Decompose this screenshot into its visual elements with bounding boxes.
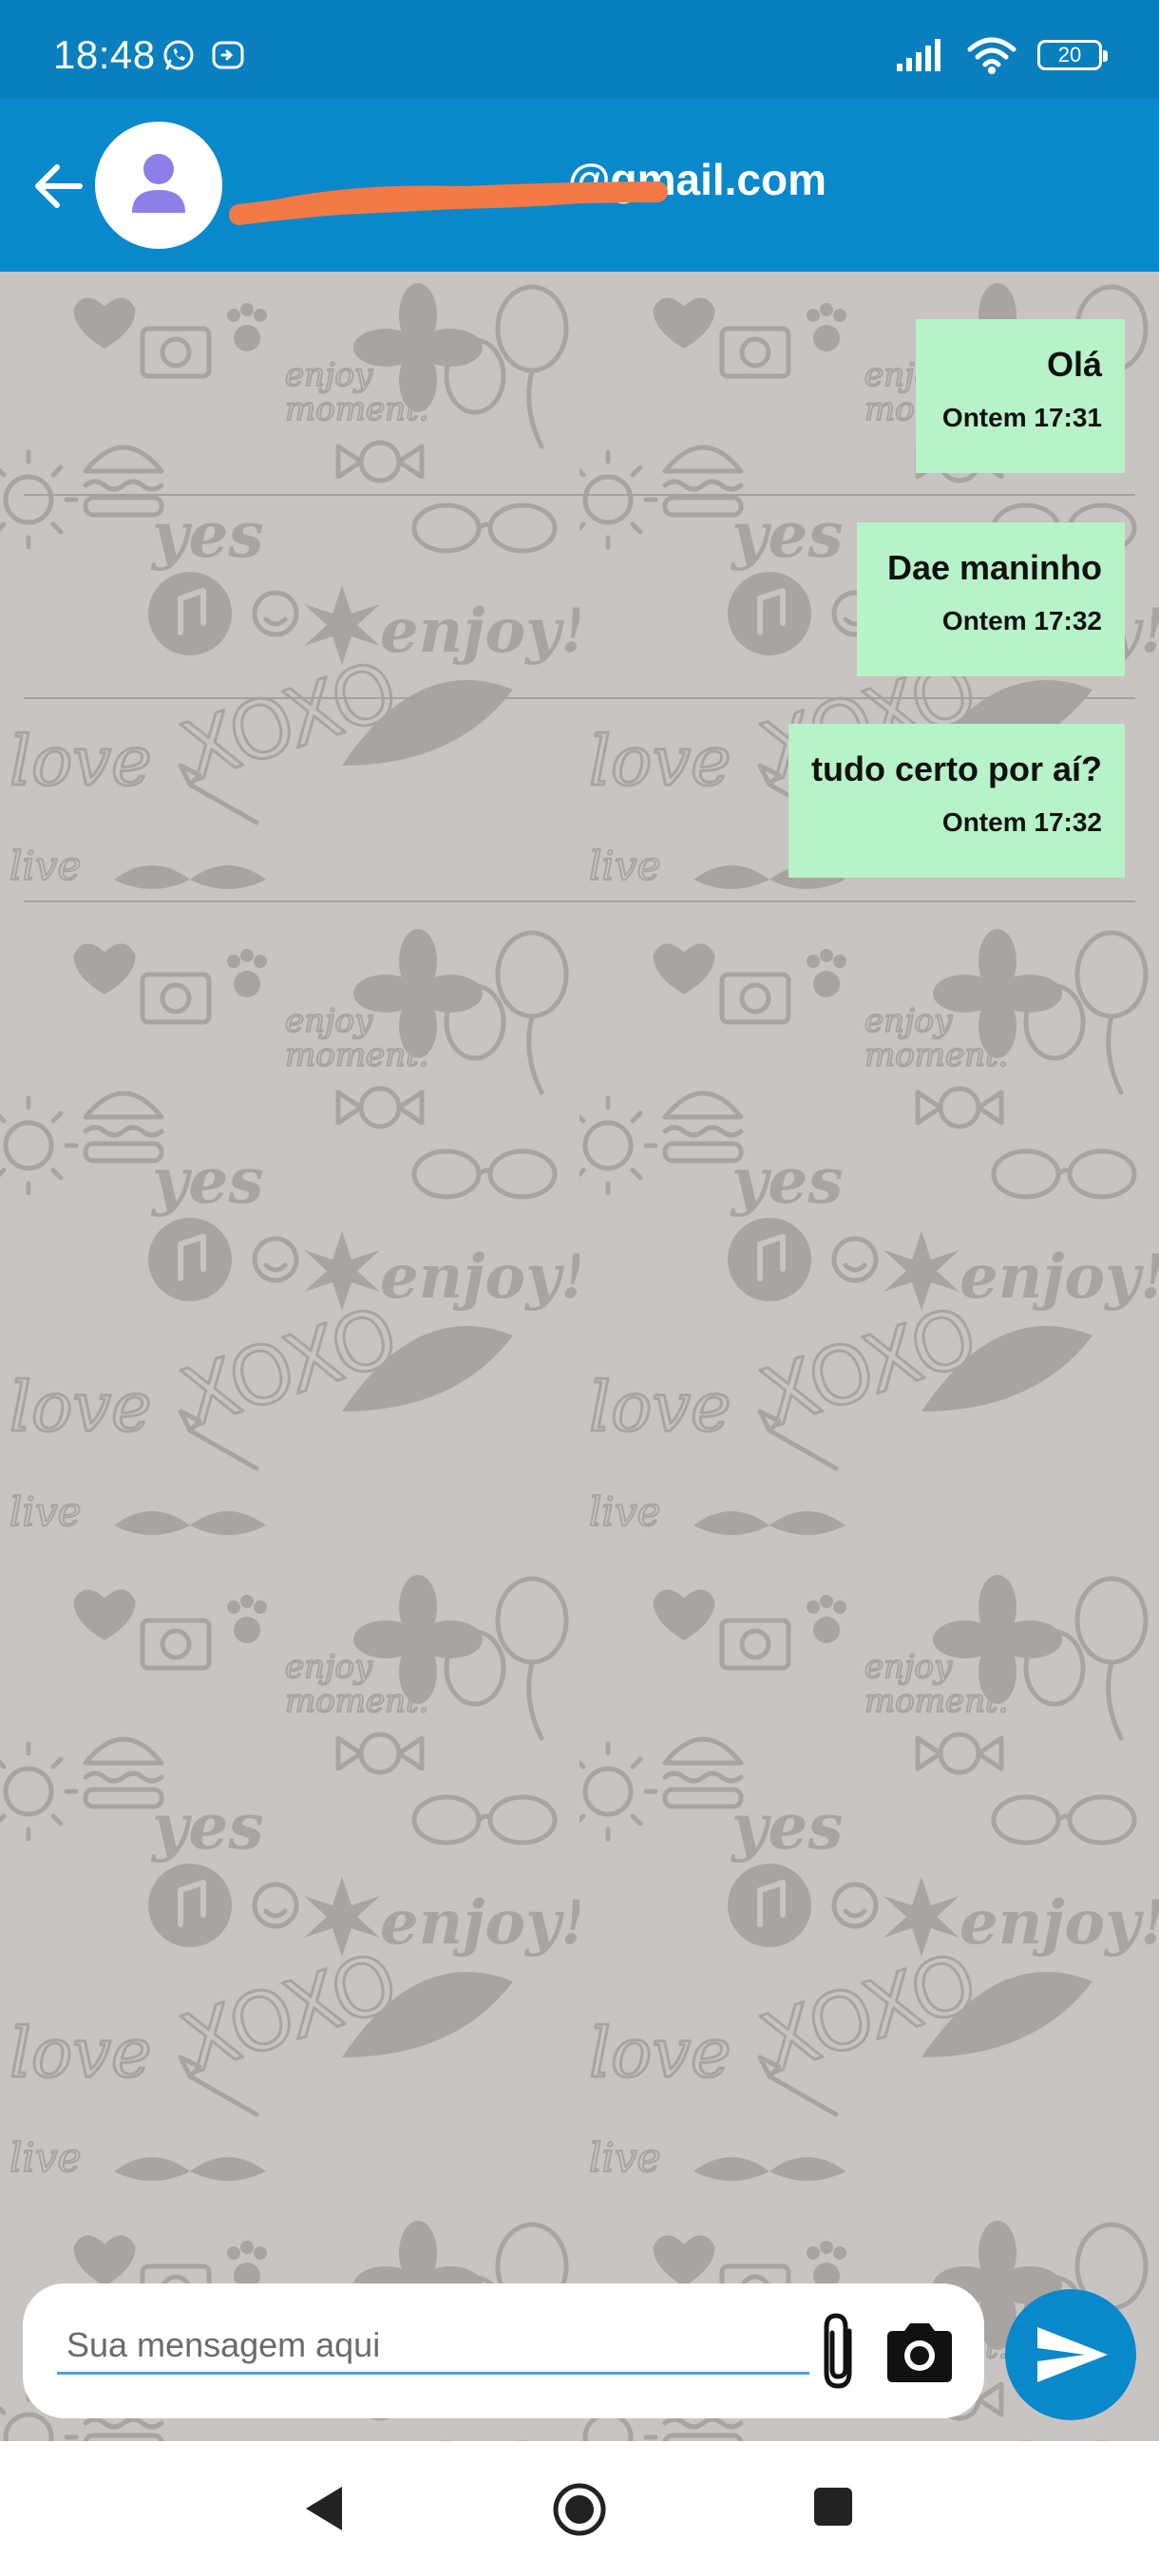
nav-home-icon[interactable] — [551, 2481, 608, 2538]
battery-level: 20 — [1057, 43, 1082, 66]
nav-recents-icon[interactable] — [811, 2485, 855, 2529]
message-text: Olá — [1046, 345, 1102, 384]
paperclip-icon[interactable] — [815, 2310, 868, 2394]
message-bubble[interactable]: Dae maninho Ontem 17:32 — [857, 522, 1125, 676]
app-bar: @gmail.com — [0, 99, 1159, 272]
status-bar: 18:48 20 — [0, 0, 1159, 99]
message-bubble[interactable]: Olá Ontem 17:31 — [916, 319, 1125, 473]
message-divider — [24, 697, 1135, 699]
message-divider — [24, 494, 1135, 496]
message-divider — [24, 900, 1135, 902]
back-arrow-icon[interactable] — [28, 156, 89, 217]
person-icon — [132, 154, 185, 213]
camera-icon[interactable] — [882, 2320, 958, 2386]
message-text: tudo certo por aí? — [811, 749, 1102, 788]
signal-icon — [897, 39, 940, 71]
message-input[interactable] — [57, 2321, 809, 2375]
redaction-scribble — [229, 181, 668, 225]
whatsapp-icon — [163, 40, 194, 70]
chat-area[interactable]: enjoy! XOXO love yes — [0, 272, 1159, 2441]
send-button[interactable] — [1005, 2289, 1136, 2420]
system-navigation-bar — [0, 2441, 1159, 2576]
message-time: Ontem 17:32 — [941, 606, 1102, 635]
message-text: Dae maninho — [886, 548, 1102, 587]
status-time: 18:48 — [53, 32, 156, 77]
wifi-icon — [967, 37, 1016, 74]
avatar[interactable] — [95, 122, 222, 249]
message-time: Ontem 17:31 — [941, 403, 1102, 432]
message-composer — [23, 2283, 984, 2418]
nav-back-icon[interactable] — [300, 2483, 346, 2534]
send-icon — [1037, 2327, 1108, 2382]
message-time: Ontem 17:32 — [941, 807, 1102, 837]
status-indicators: 20 — [897, 34, 1108, 76]
battery-icon: 20 — [1037, 40, 1108, 70]
screen-record-icon — [212, 41, 244, 69]
message-bubble[interactable]: tudo certo por aí? Ontem 17:32 — [788, 724, 1125, 878]
